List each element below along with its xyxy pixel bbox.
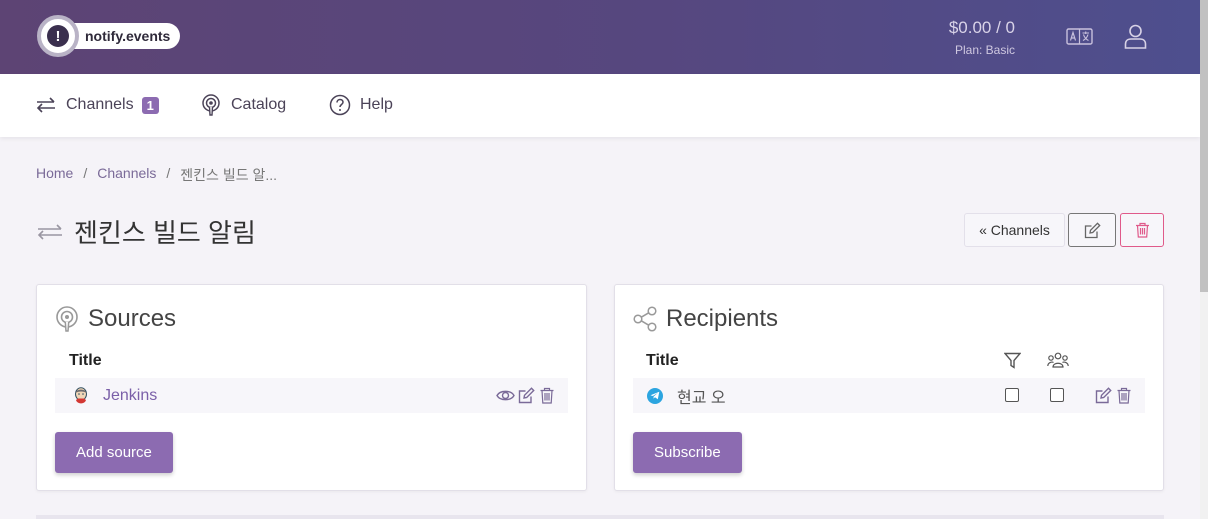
breadcrumb-current: 젠킨스 빌드 알... <box>180 167 278 183</box>
balance-block[interactable]: $0.00 / 0 Plan: Basic <box>949 18 1015 57</box>
page-title: 젠킨스 빌드 알림 <box>36 213 256 250</box>
breadcrumb-separator: / <box>83 165 88 181</box>
channels-count-badge: 1 <box>141 96 159 114</box>
nav-help[interactable]: Help <box>329 94 393 116</box>
trash-icon[interactable] <box>540 387 554 404</box>
arrows-exchange-icon <box>37 223 62 240</box>
recipient-row: 현교 오 <box>633 378 1145 413</box>
logo-icon: ! <box>37 15 79 57</box>
nav-help-label: Help <box>360 96 393 113</box>
source-name[interactable]: Jenkins <box>103 387 157 405</box>
breadcrumb: Home / Channels / 젠킨스 빌드 알... <box>36 165 277 185</box>
recipients-heading-text: Recipients <box>666 305 779 332</box>
eye-icon[interactable] <box>496 387 515 404</box>
nav-channels-label: Channels <box>66 96 134 113</box>
telegram-icon <box>647 387 663 404</box>
edit-icon <box>1084 221 1101 238</box>
recipient-name[interactable]: 현교 오 <box>677 384 726 408</box>
sources-heading: Sources <box>54 305 176 333</box>
jenkins-icon <box>75 386 87 403</box>
subscribe-button[interactable]: Subscribe <box>633 432 742 473</box>
main-nav: Channels 1 Catalog Help <box>0 74 1200 137</box>
nav-catalog-label: Catalog <box>231 96 287 113</box>
breadcrumb-channels[interactable]: Channels <box>97 165 156 185</box>
arrows-exchange-icon <box>36 97 55 113</box>
language-icon[interactable] <box>1066 28 1093 45</box>
edit-icon[interactable] <box>518 387 535 404</box>
group-checkbox[interactable] <box>1050 388 1064 402</box>
scrollbar-thumb[interactable] <box>1200 0 1208 292</box>
source-row: Jenkins <box>55 378 568 413</box>
nav-catalog[interactable]: Catalog <box>200 94 286 116</box>
edit-channel-button[interactable] <box>1068 213 1116 247</box>
group-users-icon <box>1047 352 1069 368</box>
add-source-button[interactable]: Add source <box>55 432 173 473</box>
recipients-heading: Recipients <box>632 305 778 333</box>
breadcrumb-home[interactable]: Home <box>36 165 73 185</box>
page-title-text: 젠킨스 빌드 알림 <box>74 218 256 248</box>
share-nodes-icon <box>633 306 657 332</box>
filter-icon <box>1004 352 1021 369</box>
filter-checkbox[interactable] <box>1005 388 1019 402</box>
recipients-col-title: Title <box>646 352 679 369</box>
trash-icon <box>1135 222 1149 238</box>
plan-label: Plan: Basic <box>954 43 1015 57</box>
next-card-edge <box>36 515 1164 519</box>
sources-heading-text: Sources <box>88 305 177 332</box>
sources-col-title: Title <box>69 352 102 369</box>
user-icon[interactable] <box>1124 24 1147 49</box>
delete-channel-button[interactable] <box>1120 213 1164 247</box>
podcast-icon <box>202 94 220 116</box>
edit-icon[interactable] <box>1095 387 1112 404</box>
balance-amount: $0.00 / 0 <box>948 18 1015 37</box>
back-to-channels-button[interactable]: « Channels <box>964 213 1065 247</box>
trash-icon[interactable] <box>1117 387 1131 404</box>
sources-card: Sources Title Jenkins Add source <box>36 284 587 491</box>
podcast-icon <box>56 306 78 332</box>
top-header: ! notify.events $0.00 / 0 Plan: Basic <box>0 0 1200 74</box>
help-circle-icon <box>329 94 351 116</box>
recipients-card: Recipients Title 현교 오 Subscribe <box>614 284 1164 491</box>
logo[interactable]: ! notify.events <box>37 15 181 57</box>
logo-text: notify.events <box>69 23 181 49</box>
breadcrumb-separator: / <box>166 165 171 181</box>
nav-channels[interactable]: Channels 1 <box>35 94 159 116</box>
